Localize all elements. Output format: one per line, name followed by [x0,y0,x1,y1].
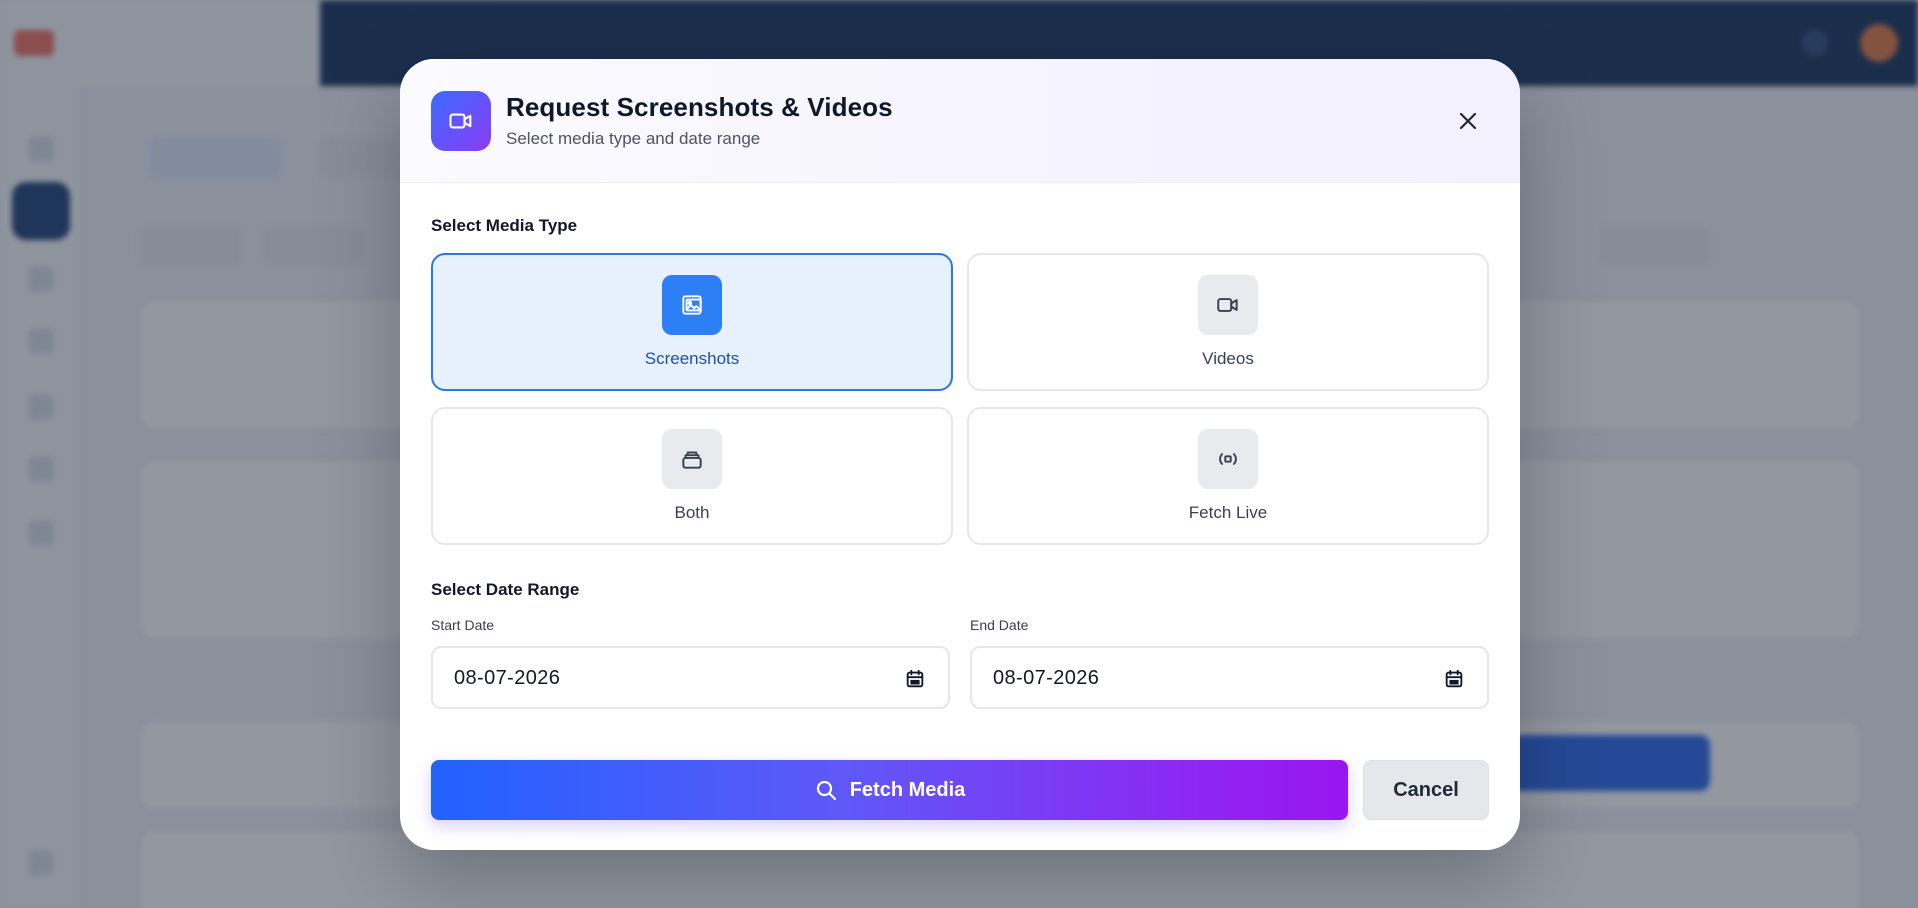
end-date-input[interactable]: 08-07-2026 [970,646,1489,709]
close-icon [1459,112,1477,130]
stack-icon [662,429,722,489]
modal-header: Request Screenshots & Videos Select medi… [400,59,1520,183]
cancel-label: Cancel [1393,778,1459,801]
media-option-screenshots[interactable]: Screenshots [431,253,953,391]
modal-subtitle: Select media type and date range [506,129,761,148]
image-icon [662,275,722,335]
media-option-label: Both [674,503,710,522]
media-option-label: Fetch Live [1188,503,1268,522]
media-option-fetch-live[interactable]: Fetch Live [967,407,1489,545]
start-date-input[interactable]: 08-07-2026 [431,646,950,709]
date-range-label: Select Date Range [431,580,580,599]
video-camera-icon [431,91,491,151]
request-media-modal: Request Screenshots & Videos Select medi… [400,59,1520,850]
media-option-both[interactable]: Both [431,407,953,545]
media-type-label: Select Media Type [431,216,578,235]
media-option-label: Screenshots [644,349,740,368]
cancel-button[interactable]: Cancel [1363,760,1489,820]
close-button[interactable] [1450,103,1486,139]
media-option-label: Videos [1202,349,1254,368]
fetch-media-button[interactable]: Fetch Media [431,760,1348,820]
calendar-icon[interactable] [1443,668,1465,690]
search-icon [816,780,836,801]
end-date-label: End Date [970,617,1029,633]
end-date-value: 08-07-2026 [993,667,1100,689]
video-camera-icon [1198,275,1258,335]
fetch-media-label: Fetch Media [849,778,966,801]
modal-title: Request Screenshots & Videos [506,92,893,122]
live-broadcast-icon [1198,429,1258,489]
start-date-value: 08-07-2026 [454,667,561,689]
media-option-videos[interactable]: Videos [967,253,1489,391]
calendar-icon[interactable] [904,668,926,690]
start-date-label: Start Date [431,617,495,633]
